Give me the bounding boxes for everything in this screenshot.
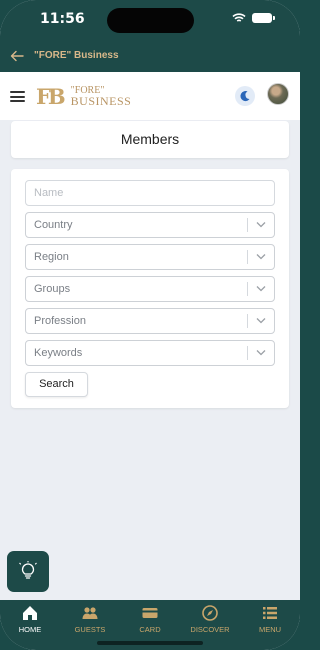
region-select[interactable]: Region (25, 244, 275, 270)
chevron-down-icon (256, 222, 266, 228)
brand-logo: FB "FORE" BUSINESS (36, 82, 131, 110)
logo-line-2: BUSINESS (70, 94, 132, 108)
search-button[interactable]: Search (25, 372, 88, 397)
profession-select-label: Profession (34, 315, 86, 327)
country-select-label: Country (34, 219, 73, 231)
groups-select-label: Groups (34, 283, 71, 295)
battery-icon (252, 13, 275, 23)
chevron-down-icon (256, 318, 266, 324)
nav-title: "FORE" Business (34, 50, 119, 61)
card-icon (142, 608, 158, 618)
tab-home[interactable]: HOME (0, 600, 60, 640)
logo-mark: FB (36, 83, 66, 109)
app-header: FB "FORE" BUSINESS (0, 72, 300, 120)
tab-guests[interactable]: GUESTS (60, 600, 120, 640)
lightbulb-icon (19, 561, 37, 579)
compass-icon (202, 605, 218, 621)
dark-mode-toggle[interactable] (235, 86, 255, 106)
tab-home-label: HOME (18, 625, 42, 634)
name-input[interactable]: Name (25, 180, 275, 206)
status-bar: 11:56 (0, 0, 300, 42)
user-avatar[interactable] (267, 83, 289, 105)
tab-guests-label: GUESTS (74, 625, 106, 634)
chevron-down-icon (256, 350, 266, 356)
phone-screen: 11:56 "FORE" Business FB "FORE" BUSINESS (0, 0, 300, 650)
tips-button[interactable] (7, 551, 49, 592)
members-filter-form: Name Country Region Groups Profession Ke… (11, 169, 289, 408)
country-select[interactable]: Country (25, 212, 275, 238)
status-time: 11:56 (40, 11, 85, 27)
tab-card[interactable]: CARD (120, 600, 180, 640)
tab-discover-label: DISCOVER (190, 625, 230, 634)
status-icons (232, 13, 275, 23)
wifi-icon (232, 13, 246, 22)
tab-menu[interactable]: MENU (240, 600, 300, 640)
tab-card-label: CARD (139, 625, 161, 634)
search-button-label: Search (39, 378, 74, 390)
tab-menu-label: MENU (258, 625, 282, 634)
keywords-select-label: Keywords (34, 347, 83, 359)
profession-select[interactable]: Profession (25, 308, 275, 334)
hamburger-menu-icon[interactable] (10, 91, 25, 102)
back-arrow-icon[interactable] (9, 48, 25, 64)
chevron-down-icon (256, 254, 266, 260)
groups-select[interactable]: Groups (25, 276, 275, 302)
list-icon (263, 607, 277, 619)
region-select-label: Region (34, 251, 69, 263)
home-indicator (97, 641, 203, 645)
navigation-bar: "FORE" Business (0, 42, 300, 72)
chevron-down-icon (256, 286, 266, 292)
keywords-select[interactable]: Keywords (25, 340, 275, 366)
camera-notch (107, 8, 194, 33)
name-placeholder: Name (34, 187, 64, 199)
home-icon (23, 606, 37, 620)
tab-discover[interactable]: DISCOVER (180, 600, 240, 640)
page-title: Members (120, 131, 180, 147)
guests-icon (82, 607, 98, 619)
page-title-card: Members (11, 121, 289, 158)
moon-icon (240, 91, 250, 102)
